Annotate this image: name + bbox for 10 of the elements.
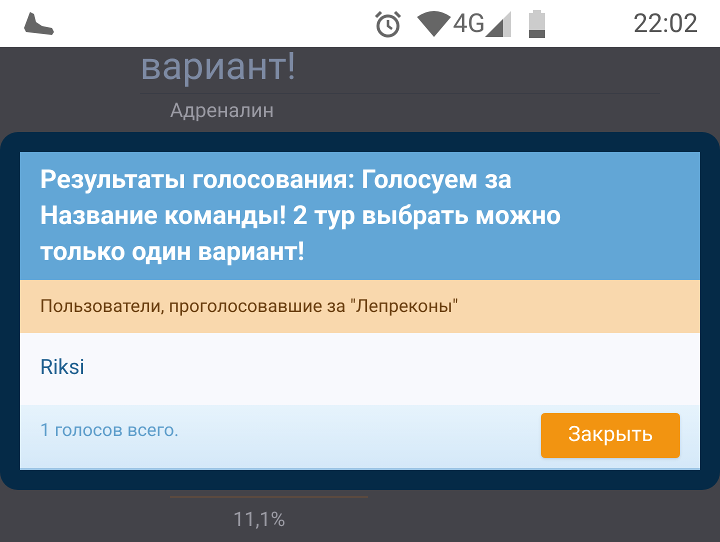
dialog-title: Результаты голосования: Голосуем за Название команды! 2 тур выбрать можно только один вариант!	[20, 152, 700, 280]
vote-total: 1 голосов всего.	[40, 419, 179, 443]
clock: 22:02	[633, 10, 698, 36]
network-type: 4G	[452, 10, 486, 36]
percent-label: 11,1%	[233, 506, 286, 533]
option-label: Адреналин	[170, 98, 274, 122]
close-button[interactable]: Закрыть	[541, 413, 680, 458]
voter-name: Riksi	[40, 355, 85, 382]
page-heading: вариант!	[140, 47, 296, 87]
dialog-subtitle: Пользователи, проголосовавшие за "Лепреконы"	[20, 280, 700, 333]
